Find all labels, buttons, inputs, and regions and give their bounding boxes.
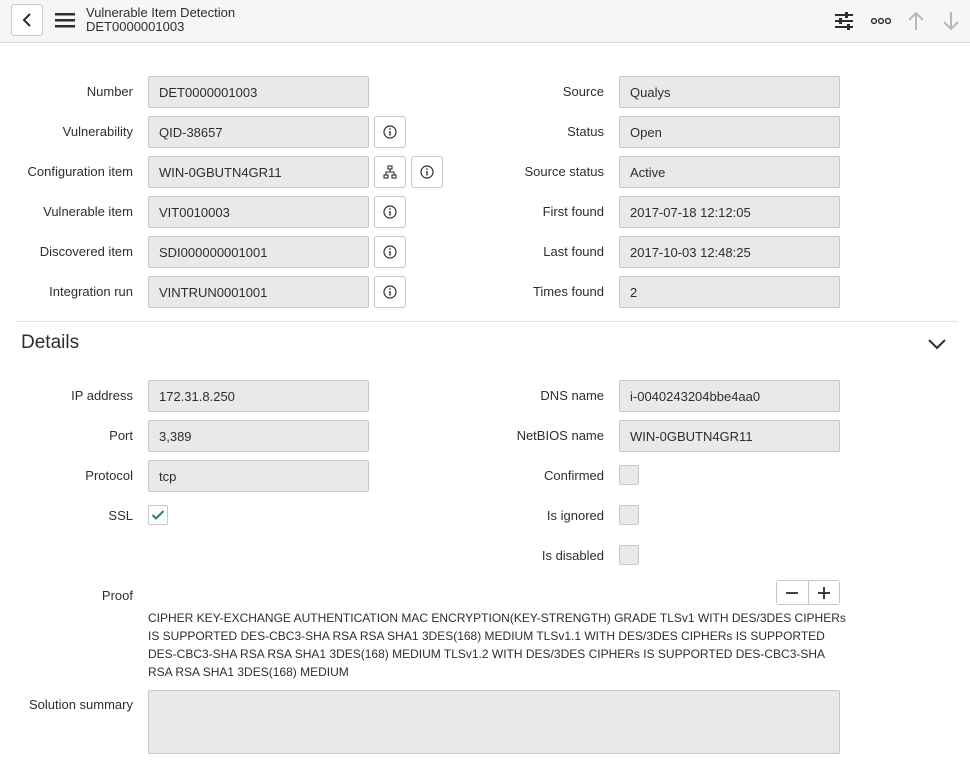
settings-sliders-icon: [835, 12, 853, 30]
text-size-controls: [776, 580, 840, 605]
vulnerable-item-field[interactable]: VIT0010003: [148, 196, 369, 228]
solution-summary-field[interactable]: [148, 690, 840, 754]
source-field[interactable]: Qualys: [619, 76, 840, 108]
netbios-name-label: NetBIOS name: [516, 428, 604, 443]
times-found-field[interactable]: 2: [619, 276, 840, 308]
vulnerability-label: Vulnerability: [62, 124, 133, 139]
configuration-item-label: Configuration item: [27, 164, 134, 179]
arrow-up-icon: [908, 11, 924, 30]
status-field[interactable]: Open: [619, 116, 840, 148]
form-title: Vulnerable Item Detection: [86, 5, 236, 20]
number-field[interactable]: DET0000001003: [148, 76, 369, 108]
hierarchy-icon: [383, 165, 397, 179]
more-options-button[interactable]: [868, 8, 894, 34]
ssl-label: SSL: [108, 508, 133, 523]
netbios-name-field[interactable]: WIN-0GBUTN4GR11: [619, 420, 840, 452]
arrow-down-icon: [943, 12, 959, 31]
configuration-item-field[interactable]: WIN-0GBUTN4GR11: [148, 156, 369, 188]
back-icon: [22, 13, 31, 27]
times-found-label: Times found: [532, 284, 604, 299]
info-icon: [420, 165, 434, 179]
number-label: Number: [86, 84, 133, 99]
status-label: Status: [567, 124, 604, 139]
integration-run-field[interactable]: VINTRUN0001001: [148, 276, 369, 308]
section-divider: [15, 321, 958, 322]
collapse-section-button[interactable]: [925, 333, 949, 355]
discovered-item-label: Discovered item: [39, 244, 133, 259]
vulnerable-item-label: Vulnerable item: [43, 204, 133, 219]
dependency-view-button[interactable]: [374, 156, 406, 188]
port-label: Port: [109, 428, 133, 443]
is-disabled-label: Is disabled: [541, 548, 604, 563]
discovered-item-preview-button[interactable]: [374, 236, 406, 268]
vulnerable-item-preview-button[interactable]: [374, 196, 406, 228]
record-number: DET0000001003: [86, 19, 185, 34]
info-icon: [383, 245, 397, 259]
port-field[interactable]: 3,389: [148, 420, 369, 452]
vulnerability-preview-button[interactable]: [374, 116, 406, 148]
form-header: Vulnerable Item Detection DET0000001003: [0, 0, 970, 43]
plus-icon: [817, 586, 830, 599]
integration-run-preview-button[interactable]: [374, 276, 406, 308]
back-button[interactable]: [11, 4, 43, 36]
previous-record-button[interactable]: [903, 8, 929, 34]
protocol-field[interactable]: tcp: [148, 460, 369, 492]
info-icon: [383, 125, 397, 139]
chevron-down-icon: [928, 339, 946, 350]
shrink-text-button[interactable]: [777, 581, 808, 604]
solution-summary-label: Solution summary: [28, 697, 133, 712]
confirmed-checkbox[interactable]: [619, 465, 639, 485]
source-label: Source: [562, 84, 604, 99]
minus-icon: [786, 591, 799, 594]
personalize-form-button[interactable]: [831, 8, 857, 34]
discovered-item-field[interactable]: SDI000000001001: [148, 236, 369, 268]
checkmark-icon: [151, 510, 165, 520]
menu-icon: [55, 13, 75, 28]
dns-name-field[interactable]: i-0040243204bbe4aa0: [619, 380, 840, 412]
last-found-field[interactable]: 2017-10-03 12:48:25: [619, 236, 840, 268]
is-disabled-checkbox[interactable]: [619, 545, 639, 565]
ip-address-label: IP address: [71, 388, 133, 403]
is-ignored-checkbox[interactable]: [619, 505, 639, 525]
proof-text: CIPHER KEY-EXCHANGE AUTHENTICATION MAC E…: [148, 611, 846, 679]
ip-address-field[interactable]: 172.31.8.250: [148, 380, 369, 412]
first-found-label: First found: [542, 204, 604, 219]
protocol-label: Protocol: [85, 468, 133, 483]
first-found-field[interactable]: 2017-07-18 12:12:05: [619, 196, 840, 228]
expand-text-button[interactable]: [807, 581, 839, 604]
next-record-button[interactable]: [938, 8, 964, 34]
source-status-label: Source status: [524, 164, 605, 179]
source-status-field[interactable]: Active: [619, 156, 840, 188]
integration-run-label: Integration run: [49, 284, 133, 299]
last-found-label: Last found: [543, 244, 604, 259]
dns-name-label: DNS name: [540, 388, 604, 403]
confirmed-label: Confirmed: [544, 468, 604, 483]
info-icon: [383, 205, 397, 219]
is-ignored-label: Is ignored: [546, 508, 604, 523]
vulnerability-field[interactable]: QID-38657: [148, 116, 369, 148]
configuration-item-preview-button[interactable]: [411, 156, 443, 188]
details-section-title: Details: [21, 332, 80, 353]
more-icon: [871, 17, 891, 25]
ssl-checkbox[interactable]: [148, 505, 168, 525]
proof-label: Proof: [101, 588, 133, 603]
info-icon: [383, 285, 397, 299]
menu-button[interactable]: [54, 10, 76, 30]
